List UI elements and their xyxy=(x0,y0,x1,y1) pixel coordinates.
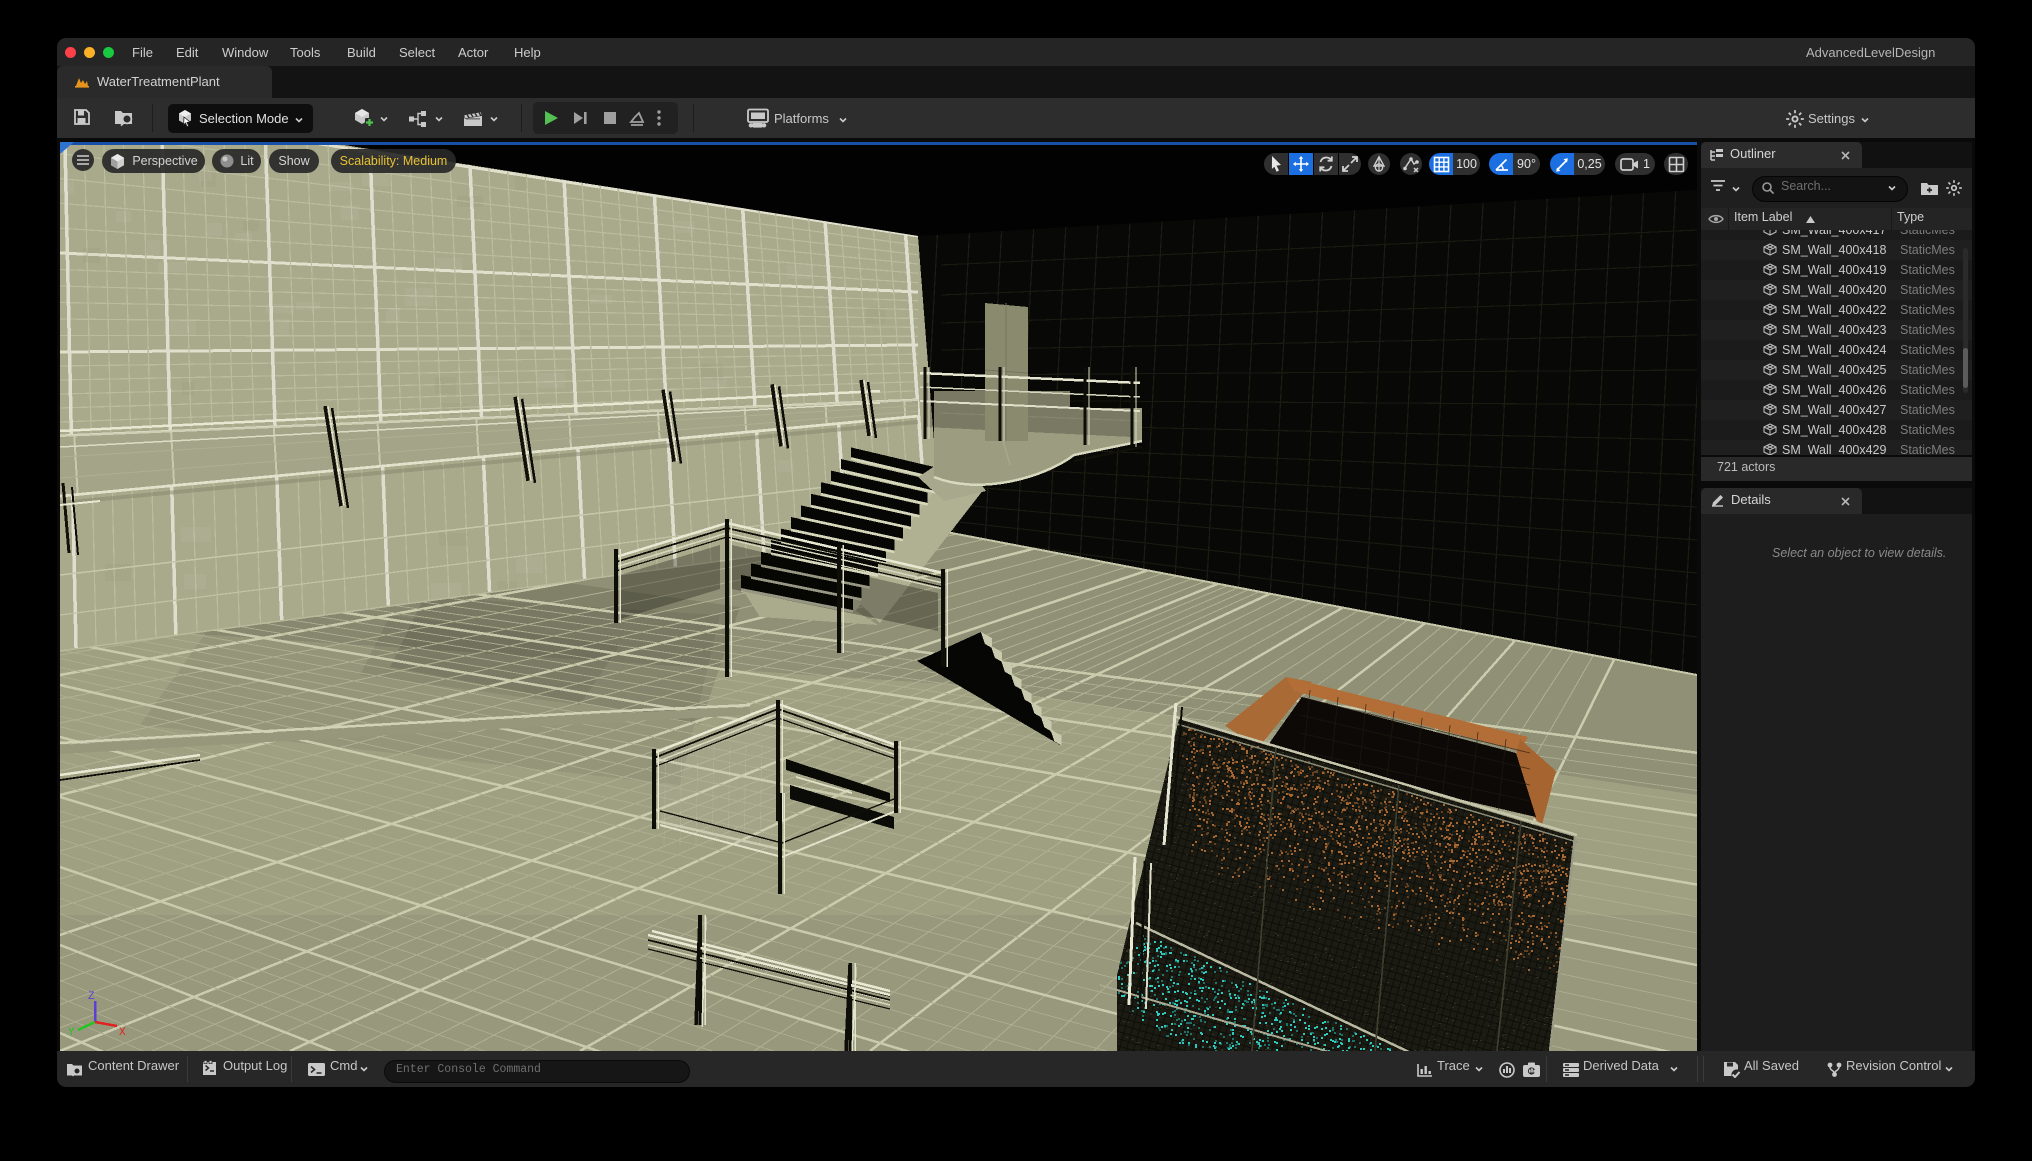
svg-text:X: X xyxy=(119,1027,126,1039)
svg-text:Y: Y xyxy=(68,1027,75,1039)
svg-text:Z: Z xyxy=(88,991,95,1003)
